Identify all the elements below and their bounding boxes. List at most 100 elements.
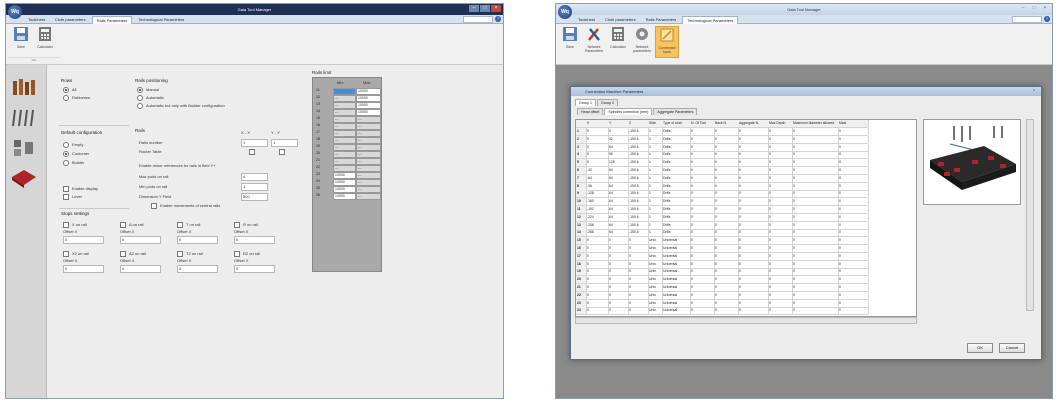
save-button[interactable]: Save bbox=[10, 26, 32, 56]
cancel-button[interactable]: Cancel bbox=[999, 343, 1025, 353]
table-cell[interactable]: Drills bbox=[662, 174, 691, 182]
table-cell[interactable]: 0 bbox=[586, 307, 609, 315]
table-cell[interactable]: 0 bbox=[792, 221, 839, 229]
table-cell[interactable]: 1 bbox=[648, 190, 663, 198]
table-row[interactable]: 18 0 0 0 Univ. Universal 0 0 0 0 0 0 bbox=[576, 260, 869, 269]
rails-number-x-input[interactable]: 1 bbox=[241, 139, 268, 147]
table-row[interactable]: 6 -32 64 -150.6 1 Drills 0 0 0 0 0 0 bbox=[576, 167, 869, 175]
stop-check[interactable]: A2 on rail bbox=[120, 251, 146, 257]
rail-max-cell[interactable]: --- bbox=[356, 116, 381, 123]
table-row[interactable]: 5 0 128 -150.6 1 Drills 0 0 0 0 0 0 bbox=[576, 159, 869, 168]
table-cell[interactable]: 0 bbox=[690, 229, 715, 237]
table-cell[interactable]: 0 bbox=[738, 252, 769, 260]
table-cell[interactable]: Univ. bbox=[648, 237, 663, 245]
rail-min-cell[interactable]: --- bbox=[333, 144, 356, 151]
table-cell[interactable]: -150.6 bbox=[628, 198, 649, 206]
table-cell[interactable]: 1 bbox=[648, 198, 663, 206]
rails-limit-row[interactable]: 12 --- 10000 bbox=[313, 95, 381, 102]
rails-limit-row[interactable]: 13 --- 10000 bbox=[313, 102, 381, 109]
rail-max-cell[interactable]: --- bbox=[356, 158, 381, 165]
table-cell[interactable]: 0 bbox=[738, 229, 769, 237]
table-cell[interactable]: 0 bbox=[608, 245, 629, 252]
table-cell[interactable]: 0 bbox=[586, 159, 609, 167]
config-option-builder[interactable]: Builder bbox=[63, 160, 84, 166]
search-input[interactable] bbox=[463, 16, 493, 23]
rail-min-cell[interactable]: 10000 bbox=[333, 172, 356, 179]
table-cell[interactable]: 0 bbox=[792, 307, 839, 315]
rails-icon[interactable] bbox=[10, 167, 38, 189]
table-cell[interactable]: 0 bbox=[792, 268, 839, 276]
table-cell[interactable]: 0 bbox=[792, 174, 839, 182]
table-cell[interactable]: 0 bbox=[690, 151, 715, 159]
table-cell[interactable]: 1 bbox=[648, 135, 663, 143]
table-row[interactable]: 3 0 64 -150.6 1 Drills 0 0 0 0 0 0 bbox=[576, 143, 869, 152]
table-cell[interactable]: 0 bbox=[690, 237, 715, 245]
enable-display-checkbox[interactable]: Enable display bbox=[63, 186, 98, 192]
table-cell[interactable]: 0 bbox=[768, 299, 793, 307]
table-cell[interactable]: 0 bbox=[586, 276, 609, 284]
table-cell[interactable]: -150.6 bbox=[628, 167, 649, 174]
rail-min-cell[interactable]: --- bbox=[333, 158, 356, 165]
table-row[interactable]: 16 0 0 0 Univ. Universal 0 0 0 0 0 0 bbox=[576, 245, 869, 253]
rails-limit-row[interactable]: 14 --- 10000 bbox=[313, 109, 381, 116]
table-cell[interactable]: 0 bbox=[792, 284, 839, 291]
config-option-customer[interactable]: Customer bbox=[63, 151, 89, 157]
table-cell[interactable]: 0 bbox=[768, 159, 793, 167]
calculator-button[interactable]: Calculator bbox=[34, 26, 56, 56]
table-cell[interactable]: Univ. bbox=[648, 299, 663, 307]
table-cell[interactable]: 0 bbox=[628, 260, 649, 268]
table-cell[interactable]: 64 bbox=[608, 143, 629, 151]
table-cell[interactable]: Univ. bbox=[648, 245, 663, 252]
table-cell[interactable]: 0 bbox=[690, 198, 715, 206]
table-cell[interactable]: 0 bbox=[768, 174, 793, 182]
table-cell[interactable]: -150.6 bbox=[628, 182, 649, 190]
table-cell[interactable]: Univ. bbox=[648, 307, 663, 315]
table-cell[interactable]: 0 bbox=[714, 174, 739, 182]
table-cell[interactable]: 0 bbox=[838, 198, 869, 206]
rails-limit-row[interactable]: 11 10000 bbox=[313, 88, 381, 95]
lever-checkbox[interactable]: Lever bbox=[63, 194, 82, 200]
table-cell[interactable]: Universal bbox=[662, 276, 691, 284]
table-cell[interactable]: 0 bbox=[792, 128, 839, 135]
table-cell[interactable]: 0 bbox=[690, 143, 715, 151]
table-row[interactable]: 12 -224 64 -150.6 1 Drills 0 0 0 0 0 0 bbox=[576, 213, 869, 222]
table-cell[interactable]: 1 bbox=[648, 143, 663, 151]
table-cell[interactable]: 0 bbox=[628, 299, 649, 307]
table-cell[interactable]: 0 bbox=[738, 167, 769, 174]
table-cell[interactable]: Universal bbox=[662, 260, 691, 268]
table-cell[interactable]: 0 bbox=[714, 260, 739, 268]
rails-limit-row[interactable]: 17 --- --- bbox=[313, 130, 381, 137]
table-cell[interactable]: 0 bbox=[768, 167, 793, 174]
table-cell[interactable]: Universal bbox=[662, 237, 691, 245]
table-cell[interactable]: 0 bbox=[792, 229, 839, 237]
table-cell[interactable]: 0 bbox=[586, 151, 609, 159]
rail-max-cell[interactable]: --- bbox=[356, 130, 381, 137]
table-cell[interactable]: 0 bbox=[768, 307, 793, 315]
positioning-option-manual[interactable]: Manual bbox=[137, 87, 159, 93]
stop-check[interactable]: T2 on rail bbox=[177, 251, 203, 257]
table-row[interactable]: 7 -64 64 -150.6 1 Drills 0 0 0 0 0 0 bbox=[576, 174, 869, 183]
rails-number-y-input[interactable]: 1 bbox=[271, 139, 298, 147]
table-cell[interactable]: 0 bbox=[608, 284, 629, 291]
table-cell[interactable]: 0 bbox=[714, 245, 739, 252]
table-cell[interactable]: 0 bbox=[792, 151, 839, 159]
save-button[interactable]: Save bbox=[559, 26, 581, 56]
table-cell[interactable]: 0 bbox=[768, 198, 793, 206]
table-cell[interactable]: -150.6 bbox=[628, 159, 649, 167]
table-cell[interactable]: 0 bbox=[768, 268, 793, 276]
table-cell[interactable]: 0 bbox=[792, 237, 839, 245]
table-cell[interactable]: 0 bbox=[714, 221, 739, 229]
table-cell[interactable]: 0 bbox=[768, 143, 793, 151]
rail-max-cell[interactable]: 10000 bbox=[356, 95, 381, 102]
table-cell[interactable]: Drills bbox=[662, 229, 691, 237]
table-cell[interactable]: 0 bbox=[690, 252, 715, 260]
table-cell[interactable]: 0 bbox=[690, 307, 715, 315]
rail-min-cell[interactable]: --- bbox=[333, 109, 356, 116]
table-cell[interactable]: 0 bbox=[738, 237, 769, 245]
table-cell[interactable]: -150.6 bbox=[628, 221, 649, 229]
table-cell[interactable]: 0 bbox=[714, 190, 739, 198]
table-cell[interactable]: 0 bbox=[690, 135, 715, 143]
max-pods-input[interactable]: 4 bbox=[241, 173, 268, 181]
table-cell[interactable]: 0 bbox=[628, 268, 649, 276]
table-cell[interactable]: 0 bbox=[690, 245, 715, 252]
